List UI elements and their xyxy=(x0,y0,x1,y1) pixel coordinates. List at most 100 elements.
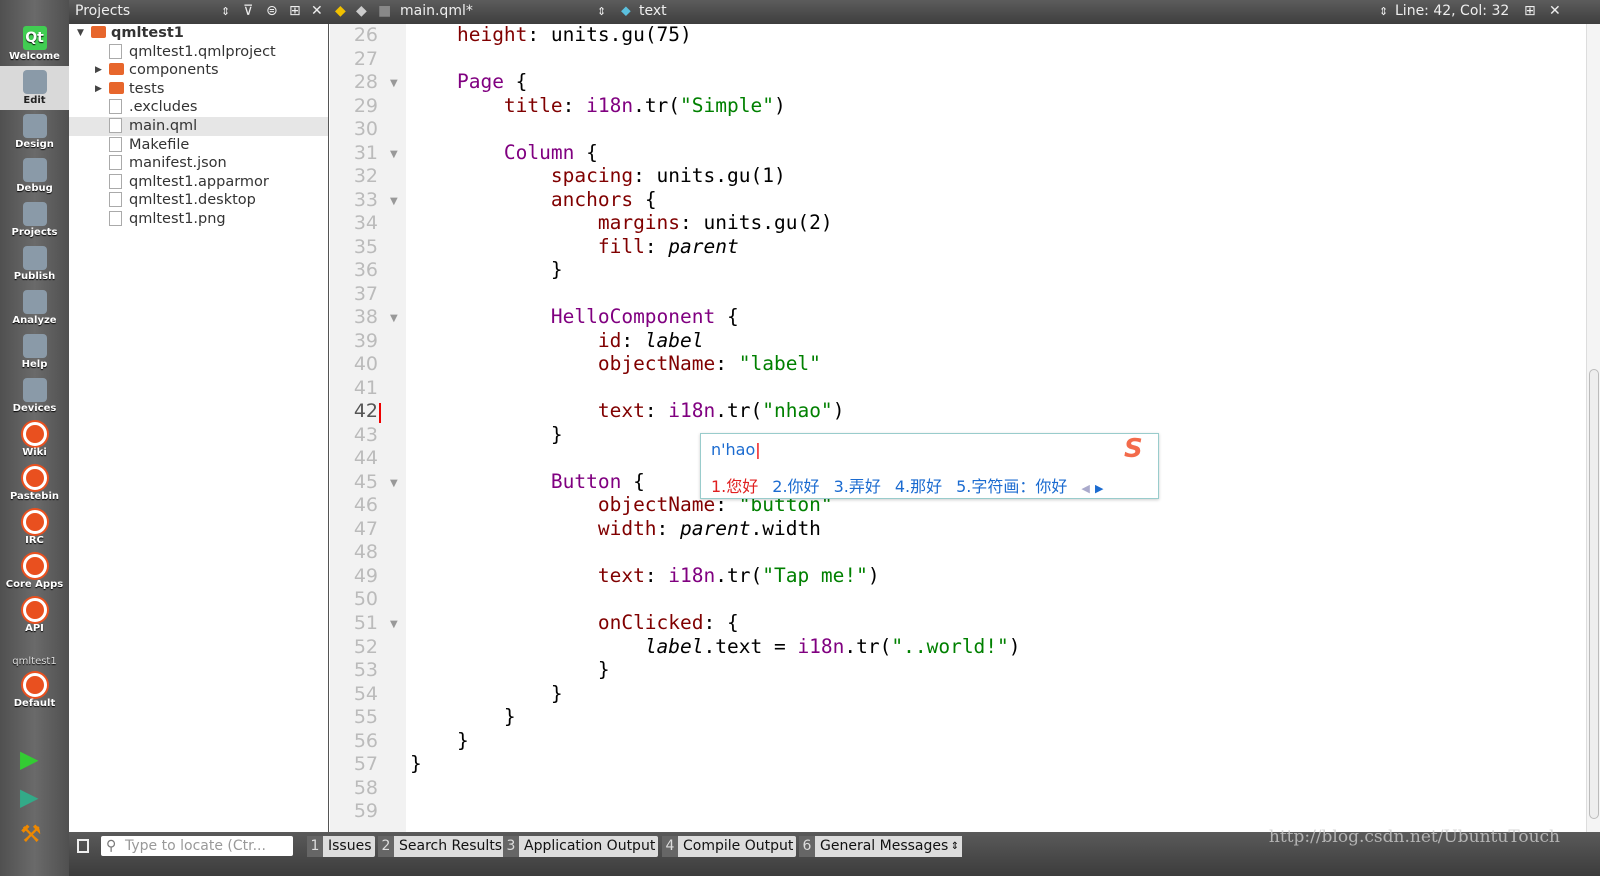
output-tab-issues[interactable]: 1 Issues xyxy=(307,836,375,857)
cursor-position[interactable]: Line: 42, Col: 32 xyxy=(1395,3,1509,19)
code-token: Button xyxy=(550,469,622,493)
toggle-sidebar-icon[interactable] xyxy=(77,839,89,853)
build-icon[interactable]: ⚒ xyxy=(20,820,42,848)
line-number: 52 xyxy=(353,635,378,658)
project-tree: ▼ qmltest1 qmltest1.qmlproject ▶ components ▶… xyxy=(69,24,329,832)
collapsed-arrow-icon[interactable]: ▶ xyxy=(95,61,102,80)
fold-arrow-icon[interactable]: ▼ xyxy=(390,313,398,324)
tree-item[interactable]: ▶ components xyxy=(95,61,219,80)
tree-item[interactable]: ▶ tests xyxy=(95,80,164,99)
scrollbar-thumb[interactable] xyxy=(1589,369,1599,819)
output-tab-application-output[interactable]: 3 Application Output xyxy=(503,836,659,857)
code-token: id xyxy=(597,328,622,352)
ime-prev-icon[interactable]: ◀ xyxy=(1081,482,1089,495)
fold-arrow-icon[interactable]: ▼ xyxy=(390,478,398,489)
mode-publish[interactable]: Publish xyxy=(0,242,69,286)
mode-analyze[interactable]: Analyze xyxy=(0,286,69,330)
mode-api[interactable]: API xyxy=(0,594,69,638)
target-project: qmltest1 xyxy=(12,656,57,667)
forward-icon[interactable]: ◆ xyxy=(356,3,367,19)
fold-arrow-icon[interactable]: ▼ xyxy=(390,149,398,160)
editor-scrollbar[interactable] xyxy=(1586,24,1600,832)
run-icon[interactable]: ▶ xyxy=(20,745,38,773)
code-token: : xyxy=(715,352,739,376)
ubuntu-icon xyxy=(22,673,47,697)
tree-item[interactable]: qmltest1.apparmor xyxy=(109,173,269,192)
mode-devices[interactable]: Devices xyxy=(0,374,69,418)
mode-help[interactable]: Help xyxy=(0,330,69,374)
ime-candidate[interactable]: 4.那好 xyxy=(895,477,942,496)
target-selector[interactable]: qmltest1 Default xyxy=(0,656,69,709)
collapsed-arrow-icon[interactable]: ▶ xyxy=(95,80,102,99)
tree-item-label: qmltest1.png xyxy=(129,211,226,227)
filter-icon[interactable]: ⊽ xyxy=(243,3,253,19)
fold-arrow-icon[interactable]: ▼ xyxy=(390,196,398,207)
line-number: 51 xyxy=(353,612,378,634)
file-icon xyxy=(109,173,122,189)
fold-arrow-icon[interactable]: ▼ xyxy=(390,619,398,630)
output-tab-general-messages[interactable]: 6 General Messages xyxy=(799,836,952,857)
output-tab-search-results[interactable]: 2 Search Results xyxy=(378,836,506,857)
line-number: 26 xyxy=(353,24,378,46)
ime-candidate[interactable]: 1.您好 xyxy=(711,477,758,496)
debug-run-icon[interactable]: ▶ xyxy=(20,783,38,811)
tree-item[interactable]: .excludes xyxy=(109,98,197,117)
tree-item[interactable]: qmltest1.desktop xyxy=(109,191,256,210)
close-editor-icon[interactable]: ✕ xyxy=(1549,3,1561,19)
ime-candidate[interactable]: 2.你好 xyxy=(772,477,819,496)
file-selector[interactable]: main.qml* xyxy=(400,3,473,19)
panel-select-arrows-icon[interactable]: ⇕ xyxy=(221,5,230,18)
code-token: "Simple" xyxy=(680,93,774,117)
code-line: fill: parent xyxy=(410,235,739,258)
code-line: } xyxy=(410,729,469,752)
fold-arrow-icon[interactable]: ▼ xyxy=(390,78,398,89)
output-tab-compile-output[interactable]: 4 Compile Output xyxy=(662,836,797,857)
ime-candidate[interactable]: 5.字符画：你好 xyxy=(956,477,1067,496)
code-token: ) xyxy=(832,399,845,423)
tree-item[interactable]: manifest.json xyxy=(109,154,227,173)
symbol-selector-arrows-icon[interactable]: ⇕ xyxy=(1379,5,1388,18)
split-icon[interactable]: ⊞ xyxy=(289,3,301,19)
tree-item[interactable]: qmltest1.qmlproject xyxy=(109,43,276,62)
mode-edit[interactable]: Edit xyxy=(0,66,69,110)
link-icon[interactable]: ⊜ xyxy=(266,3,278,19)
split-editor-icon[interactable]: ⊞ xyxy=(1524,3,1536,19)
line-number: 34 xyxy=(353,212,378,235)
symbol-selector[interactable]: text xyxy=(639,3,667,19)
tree-item[interactable]: Makefile xyxy=(109,136,189,155)
file-icon xyxy=(109,192,122,208)
mode-welcome[interactable]: Qt Welcome xyxy=(0,22,69,66)
code-token: .width xyxy=(750,516,821,540)
projects-icon xyxy=(22,202,47,226)
top-toolbar: Projects ⇕ ⊽ ⊜ ⊞ ✕ ◆ ◆ ■ main.qml* ⇕ ⬥ t… xyxy=(69,0,1600,24)
mode-pastebin[interactable]: Pastebin xyxy=(0,462,69,506)
code-editor[interactable]: height: units.gu(75) Page { title: i18n.… xyxy=(406,23,1586,832)
mode-wiki[interactable]: Wiki xyxy=(0,418,69,462)
locate-input[interactable]: ⚲ Type to locate (Ctr... xyxy=(101,836,293,856)
mode-core-apps[interactable]: Core Apps xyxy=(0,550,69,594)
line-number: 27 xyxy=(353,47,378,70)
mode-design[interactable]: Design xyxy=(0,110,69,154)
ime-candidate[interactable]: 3.弄好 xyxy=(834,477,881,496)
code-token: title xyxy=(503,93,563,117)
line-number: 33 xyxy=(353,188,378,211)
mode-label: Projects xyxy=(11,227,58,238)
expanded-arrow-icon[interactable]: ▼ xyxy=(77,24,84,43)
tree-item[interactable]: ▼ qmltest1 xyxy=(77,24,184,43)
tree-item[interactable]: main.qml xyxy=(69,117,328,136)
more-panes-icon[interactable]: ⇕ xyxy=(948,836,962,857)
close-panel-icon[interactable]: ✕ xyxy=(311,3,323,19)
mode-projects[interactable]: Projects xyxy=(0,198,69,242)
tree-item[interactable]: qmltest1.png xyxy=(109,210,226,229)
mode-irc[interactable]: IRC xyxy=(0,506,69,550)
ime-next-icon[interactable]: ▶ xyxy=(1095,482,1103,495)
mode-debug[interactable]: Debug xyxy=(0,154,69,198)
back-icon[interactable]: ◆ xyxy=(335,3,346,19)
line-number: 39 xyxy=(353,329,378,352)
line-number: 54 xyxy=(353,682,378,705)
file-selector-arrows-icon[interactable]: ⇕ xyxy=(597,5,606,18)
